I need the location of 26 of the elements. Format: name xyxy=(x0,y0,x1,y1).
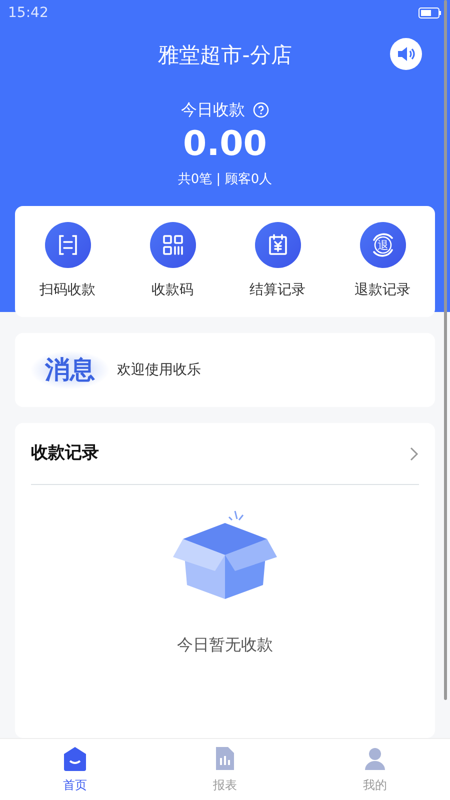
action-button[interactable]: 扫码收款 xyxy=(15,222,120,302)
chevron-right-icon[interactable] xyxy=(409,446,419,461)
speaker-icon xyxy=(397,46,415,62)
help-icon[interactable] xyxy=(253,102,269,118)
notice-card[interactable]: 消息 欢迎使用收乐 xyxy=(15,333,435,408)
amount: 0.00 xyxy=(183,124,267,164)
refund-icon: 退 xyxy=(360,222,406,268)
battery-icon xyxy=(418,7,442,19)
summary-label: 今日收款 xyxy=(181,99,245,121)
action-button[interactable]: 退 退款记录 xyxy=(330,222,435,302)
action-button[interactable]: 收款码 xyxy=(120,222,225,302)
nav-tab[interactable]: 首页 xyxy=(0,739,150,800)
notice-text: 欢迎使用收乐 xyxy=(117,360,201,380)
empty-message: 今日暂无收款 xyxy=(177,634,273,656)
store-title: 雅堂超市-分店 xyxy=(158,42,292,70)
me-icon xyxy=(364,746,386,772)
report-icon xyxy=(214,746,236,772)
stats-text: 共0笔 | 顾客0人 xyxy=(178,172,272,188)
status-time: 15:42 xyxy=(8,4,48,22)
settle-icon xyxy=(254,222,300,268)
home-icon xyxy=(63,746,87,772)
notice-badge: 消息 xyxy=(31,351,109,389)
qr-icon xyxy=(150,222,196,268)
action-button[interactable]: 结算记录 xyxy=(225,222,330,302)
records-title: 收款记录 xyxy=(31,442,99,465)
scan-icon xyxy=(44,222,90,268)
